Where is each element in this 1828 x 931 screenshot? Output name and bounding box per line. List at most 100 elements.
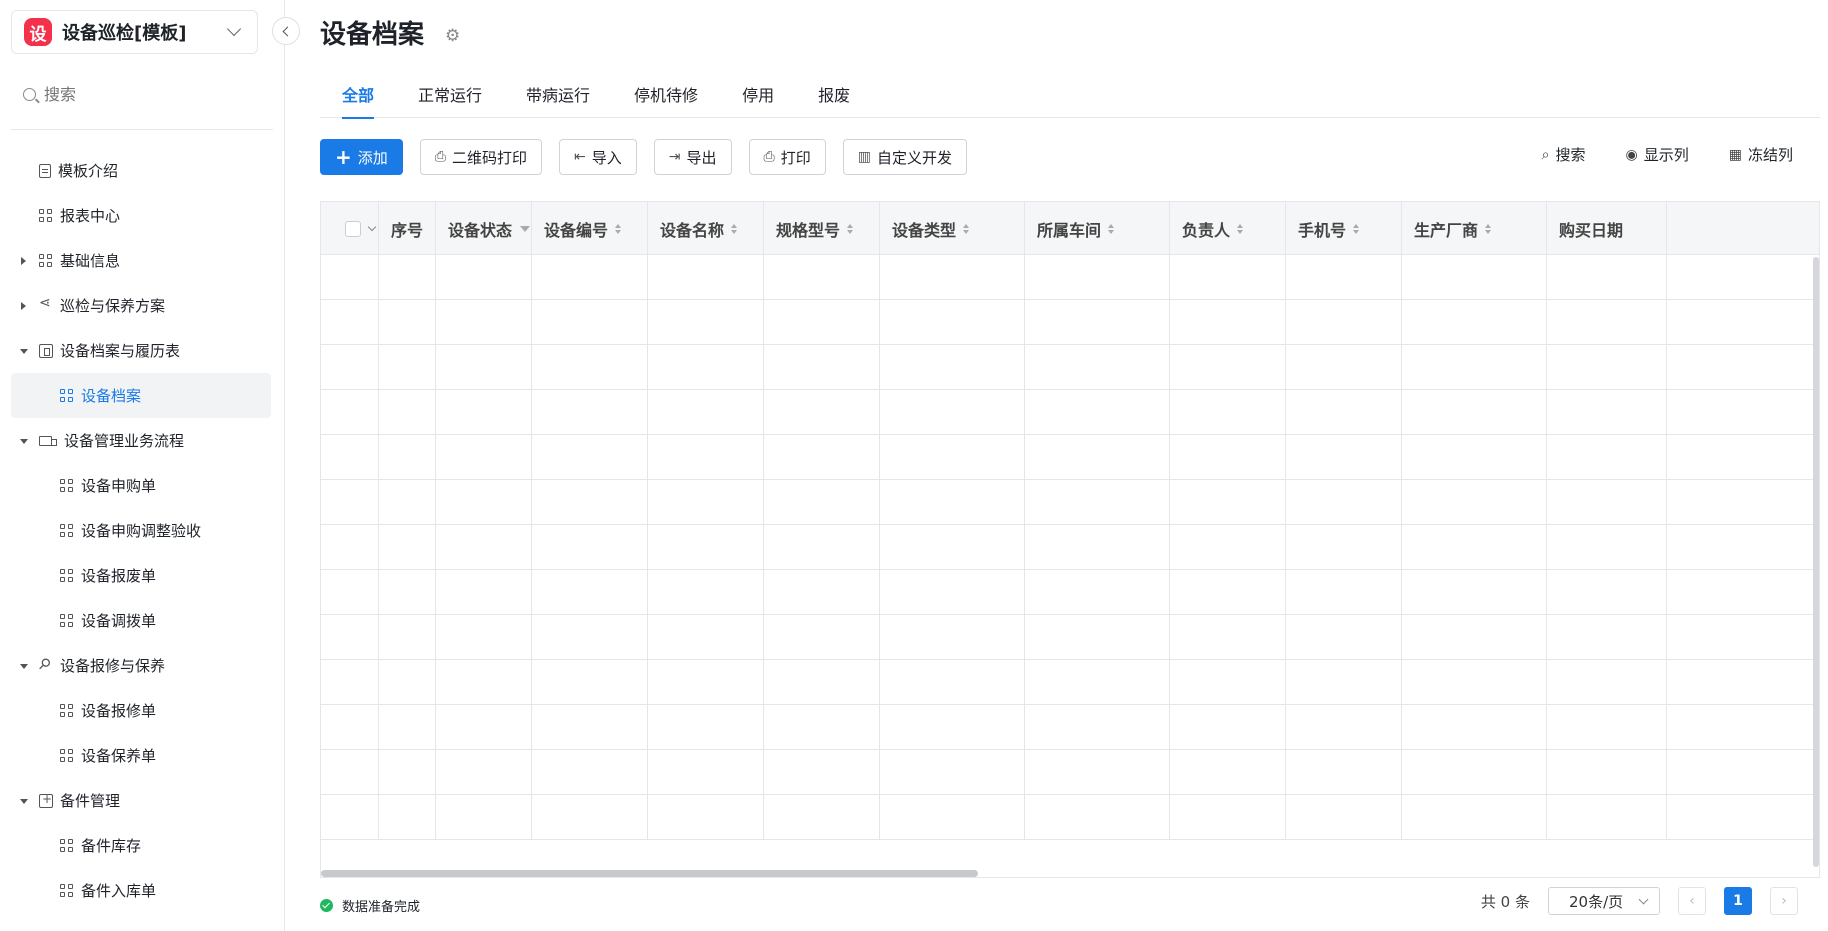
sidebar-item[interactable]: 设备档案 — [11, 373, 271, 418]
column-header[interactable]: 序号 — [379, 202, 436, 255]
select-all-cell[interactable] — [321, 202, 379, 255]
sort-icon[interactable] — [615, 223, 622, 234]
freeze-columns-label: 冻结列 — [1747, 146, 1793, 164]
gear-icon[interactable]: ⚙ — [445, 26, 460, 46]
import-button[interactable]: ⇤ 导入 — [559, 139, 637, 175]
column-header[interactable]: 所属车间 — [1025, 202, 1170, 255]
table-row[interactable] — [321, 525, 1819, 570]
table-row[interactable] — [321, 435, 1819, 480]
tab[interactable]: 停机待修 — [612, 82, 720, 118]
sidebar-item[interactable]: 设备申购单 — [11, 463, 271, 508]
horizontal-scrollbar[interactable] — [321, 870, 978, 877]
sidebar-item[interactable]: 报表中心 — [11, 193, 271, 238]
select-all-checkbox[interactable] — [345, 220, 361, 237]
filter-icon[interactable] — [520, 225, 531, 232]
chevron-down-icon[interactable] — [367, 222, 377, 231]
tab[interactable]: 报废 — [796, 82, 872, 118]
column-header[interactable]: 设备类型 — [880, 202, 1025, 255]
column-header[interactable]: 设备编号 — [532, 202, 648, 255]
sidebar-item[interactable]: 备件入库单 — [11, 868, 271, 913]
table-row[interactable] — [321, 660, 1819, 705]
sidebar-item[interactable]: 巡检与保养方案 — [11, 283, 271, 328]
sort-icon[interactable] — [1353, 223, 1360, 234]
export-button[interactable]: ⇥ 导出 — [653, 139, 732, 175]
tab[interactable]: 带病运行 — [504, 82, 612, 118]
show-columns-button[interactable]: ◉ 显示列 — [1626, 144, 1689, 165]
collapse-sidebar-button[interactable] — [272, 17, 300, 45]
column-header[interactable]: 设备名称 — [648, 202, 764, 255]
sort-icon[interactable] — [1237, 223, 1244, 234]
sort-icon[interactable] — [963, 223, 970, 234]
sidebar-item[interactable]: 设备申购调整验收 — [11, 508, 271, 553]
table-cell — [1170, 435, 1286, 480]
sort-icon[interactable] — [731, 223, 738, 234]
check-circle-icon — [320, 899, 333, 912]
table-cell — [648, 795, 764, 840]
table-cell — [1170, 345, 1286, 390]
sidebar-item[interactable]: 模板介绍 — [11, 148, 271, 193]
sort-icon[interactable] — [847, 223, 854, 234]
page-size-select[interactable]: 20条/页 — [1548, 887, 1660, 915]
table-cell — [1547, 660, 1667, 705]
print-button[interactable]: ⎙ 打印 — [748, 139, 826, 175]
qr-print-button[interactable]: ⎙ 二维码打印 — [419, 139, 542, 175]
sidebar-item[interactable]: 基础信息 — [11, 238, 271, 283]
sidebar-item[interactable]: 设备报废单 — [11, 553, 271, 598]
table-cell — [1547, 750, 1667, 795]
table-cell — [764, 570, 880, 615]
table-row[interactable] — [321, 570, 1819, 615]
sort-icon[interactable] — [1108, 223, 1115, 234]
table-cell — [379, 255, 436, 300]
caret-down-icon[interactable] — [20, 438, 28, 444]
sidebar-item[interactable]: 设备保养单 — [11, 733, 271, 778]
tab[interactable]: 停用 — [720, 82, 796, 118]
grid-icon — [60, 703, 74, 718]
caret-down-icon[interactable] — [20, 348, 28, 354]
column-header[interactable]: 生产厂商 — [1402, 202, 1547, 255]
column-header[interactable]: 购买日期 — [1547, 202, 1667, 255]
column-header[interactable]: 手机号 — [1286, 202, 1402, 255]
table-row[interactable] — [321, 345, 1819, 390]
sidebar-item[interactable]: 设备管理业务流程 — [11, 418, 271, 463]
table-row[interactable] — [321, 480, 1819, 525]
caret-right-icon[interactable] — [21, 301, 26, 310]
tab[interactable]: 正常运行 — [396, 82, 504, 118]
vertical-scrollbar[interactable] — [1813, 257, 1819, 867]
table-row[interactable] — [321, 750, 1819, 795]
table-row[interactable] — [321, 300, 1819, 345]
caret-right-icon[interactable] — [21, 256, 26, 265]
prev-page-button[interactable]: ‹ — [1678, 887, 1706, 915]
table-cell — [764, 525, 880, 570]
sidebar-item[interactable]: 设备档案与履历表 — [11, 328, 271, 373]
caret-down-icon[interactable] — [20, 798, 28, 804]
sort-icon[interactable] — [1485, 223, 1492, 234]
table-row[interactable] — [321, 390, 1819, 435]
table-row[interactable] — [321, 255, 1819, 300]
freeze-columns-button[interactable]: ▦ 冻结列 — [1729, 144, 1793, 165]
add-button[interactable]: + 添加 — [320, 139, 403, 175]
column-header[interactable]: 规格型号 — [764, 202, 880, 255]
sidebar-item[interactable]: 备件管理 — [11, 778, 271, 823]
column-header[interactable]: 设备状态 — [436, 202, 532, 255]
sidebar-item[interactable]: 设备报修单 — [11, 688, 271, 733]
caret-down-icon[interactable] — [20, 663, 28, 669]
table-cell — [1025, 255, 1170, 300]
column-header[interactable]: 负责人 — [1170, 202, 1286, 255]
sidebar-search-input[interactable] — [44, 85, 244, 104]
table-search-button[interactable]: ⌕ 搜索 — [1542, 144, 1586, 165]
page-number-button[interactable]: 1 — [1724, 887, 1752, 915]
sidebar-item[interactable]: 设备报修与保养 — [11, 643, 271, 688]
sidebar-item[interactable]: 设备调拨单 — [11, 598, 271, 643]
table-row[interactable] — [321, 615, 1819, 660]
table-cell — [532, 660, 648, 705]
custom-dev-button[interactable]: ▥ 自定义开发 — [842, 139, 967, 175]
table-row[interactable] — [321, 705, 1819, 750]
app-switcher[interactable]: 设 设备巡检[模板] — [11, 10, 258, 54]
table-cell — [648, 525, 764, 570]
tab[interactable]: 全部 — [320, 82, 396, 119]
sidebar-item[interactable]: 备件库存 — [11, 823, 271, 868]
sidebar-search[interactable] — [11, 72, 273, 130]
next-page-button[interactable]: › — [1770, 887, 1798, 915]
table-row[interactable] — [321, 795, 1819, 840]
table-cell — [1170, 255, 1286, 300]
